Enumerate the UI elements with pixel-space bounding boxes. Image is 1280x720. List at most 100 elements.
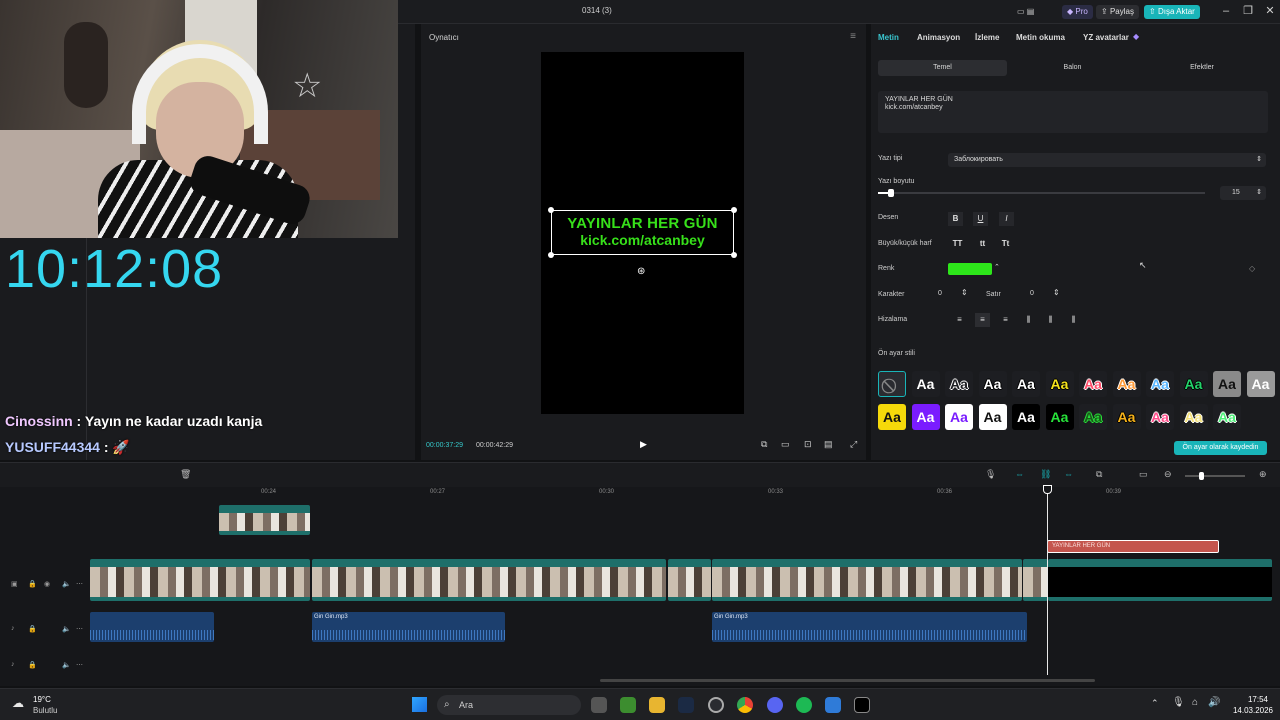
video-canvas[interactable]: YAYINLAR HER GÜN kick.com/atcanbey ⊛ [541,52,744,414]
resize-handle[interactable] [548,207,554,213]
crop-icon[interactable]: ⧉ [761,439,767,450]
zoom-out-icon[interactable]: ⊖ [1164,469,1172,480]
vertical-align-middle-icon[interactable]: ⫼ [1043,313,1058,327]
zoom-slider-knob[interactable] [1199,472,1204,480]
volume-icon[interactable]: 🔊 [1208,697,1220,708]
rotate-icon[interactable]: ⊛ [637,266,645,277]
preset-style[interactable]: Aa [1079,404,1107,430]
main-video-clip[interactable]: 2026-03-1 [668,559,711,601]
audio-icon[interactable]: 🔈 [62,661,71,669]
tab-text[interactable]: Metin [878,33,899,42]
text-overlay-box[interactable]: YAYINLAR HER GÜN kick.com/atcanbey [548,207,737,258]
preset-style[interactable]: Aa [1146,371,1174,397]
bold-button[interactable]: B [948,212,963,226]
more-icon[interactable]: ⋯ [76,625,83,633]
preset-style[interactable]: Aa [1146,404,1174,430]
maximize-icon[interactable]: ❐ [1240,3,1256,19]
font-select[interactable]: Заблокировать ⇕ [948,153,1266,167]
screenshot-icon[interactable]: ⊡ [804,439,812,450]
preset-style[interactable]: Aa [1213,371,1241,397]
file-explorer-icon[interactable] [649,697,665,713]
overlay-video-clip[interactable] [219,505,310,535]
text-input[interactable]: YAYINLAR HER GÜN kick.com/atcanbey [878,91,1268,133]
playhead-handle[interactable] [1043,485,1052,494]
preset-style[interactable]: Aa [1079,371,1107,397]
underline-button[interactable]: U [973,212,988,226]
menu-icon[interactable]: ≡ [850,31,856,42]
playhead[interactable] [1043,485,1052,675]
size-input[interactable]: 15 ⇕ [1220,186,1266,200]
resize-handle[interactable] [548,252,554,258]
uppercase-button[interactable]: TT [950,237,965,251]
fullscreen-icon[interactable]: ⤢ [850,439,857,450]
preset-style[interactable]: Aa [978,404,1007,430]
share-button[interactable]: ⇪ Paylaş [1096,5,1139,19]
italic-button[interactable]: I [999,212,1014,226]
audio-clip[interactable]: Gin Gin.mp3 [312,612,505,642]
chevron-up-icon[interactable]: ⌃ [1151,698,1159,709]
preset-style[interactable]: Aa [945,404,973,430]
audio-icon[interactable]: 🔈 [62,625,71,633]
horizontal-scrollbar[interactable] [600,679,1095,682]
more-icon[interactable]: ⋯ [76,580,83,588]
resize-handle[interactable] [731,252,737,258]
preview-icon[interactable]: ⧉ [1096,469,1102,480]
resize-handle[interactable] [731,207,737,213]
main-video-clip[interactable] [90,559,310,601]
keyframe-icon[interactable]: ◇ [1249,264,1255,273]
close-icon[interactable]: ✕ [1262,3,1278,19]
preset-style[interactable]: Aa [1012,371,1040,397]
magnet-icon[interactable]: ⇔ [1015,469,1024,479]
caption-icon[interactable]: ▭ [1139,469,1148,480]
preset-style[interactable]: Aa [1112,404,1141,430]
layout-icon[interactable]: ▭ ▤ [1012,5,1039,19]
audio-clip[interactable]: Gin Gin.mp3 [712,612,1027,642]
windows-start-icon[interactable] [412,697,427,712]
align-right-icon[interactable]: ≡ [998,313,1013,327]
delete-icon[interactable]: 🗑 [180,469,191,480]
size-slider[interactable] [878,189,1205,197]
tab-ai-avatars[interactable]: YZ avatarlar [1083,33,1129,42]
preset-style[interactable]: Aa [1012,404,1040,430]
preset-style[interactable]: Aa [945,371,973,397]
tab-text-to-speech[interactable]: Metin okuma [1016,33,1065,42]
spotify-icon[interactable] [796,697,812,713]
black-clip[interactable]: 00:00:05:00 [1048,559,1272,601]
lowercase-button[interactable]: tt [975,237,990,251]
align-left-icon[interactable]: ≡ [952,313,967,327]
preset-style[interactable]: Aa [1179,404,1208,430]
link-icon[interactable]: ⛓ [1040,469,1051,480]
pro-button[interactable]: ◆ Pro [1062,5,1093,19]
mic-icon[interactable]: 🎙 [985,469,996,480]
clock-time[interactable]: 17:54 [1220,695,1268,704]
main-video-clip[interactable]: 2026-03-1 2026-03-14 2026-03-14 15-11-4(… [312,559,666,601]
line-spacing-value[interactable]: 0 [1030,290,1034,297]
updown-icon[interactable]: ⇕ [1053,288,1060,297]
fit-icon[interactable]: ▭ [781,439,790,450]
preset-style[interactable]: Aa [978,371,1007,397]
tab-tracking[interactable]: İzleme [975,33,999,42]
character-spacing-value[interactable]: 0 [938,290,942,297]
weather-desc[interactable]: Bulutlu [33,706,57,715]
lock-icon[interactable]: 🔒 [28,580,37,588]
preset-style[interactable]: Aa [1213,404,1241,430]
main-video-clip[interactable]: 2026-0 [1023,559,1048,601]
subtab-basic[interactable]: Temel [878,60,1007,76]
weather-temp[interactable]: 19°C [33,695,51,704]
chrome-icon[interactable] [737,697,753,713]
obs-icon[interactable] [708,697,724,713]
updown-icon[interactable]: ⇕ [961,288,968,297]
mic-icon[interactable]: 🎙 [1172,697,1185,708]
preset-none-icon[interactable]: ⃠ [878,371,906,397]
subtab-bubble[interactable]: Balon [1008,60,1137,76]
capcut-icon[interactable] [854,697,870,713]
lock-icon[interactable]: 🔒 [28,661,37,669]
preset-style[interactable]: Aa [1112,371,1141,397]
zoom-slider[interactable] [1185,472,1245,480]
preset-style[interactable]: Aa [878,404,906,430]
save-preset-button[interactable]: Ön ayar olarak kaydedin [1174,441,1267,455]
vertical-align-top-icon[interactable]: ⫼ [1021,313,1036,327]
ratio-icon[interactable]: ▤ [824,439,833,450]
audio-icon[interactable]: 🔈 [62,580,71,588]
minecraft-icon[interactable] [620,697,636,713]
